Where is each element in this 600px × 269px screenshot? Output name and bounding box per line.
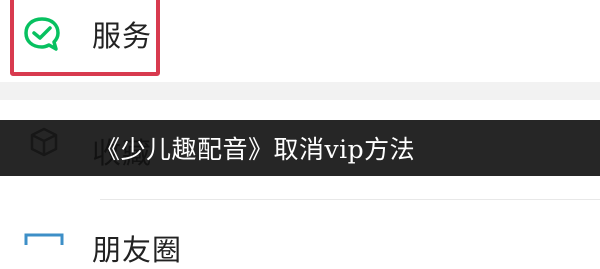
settings-menu: 服务 收藏 朋友圈 《少儿趣配音》取消vip方法 (0, 0, 600, 267)
album-icon (24, 230, 64, 251)
title-overlay-banner: 《少儿趣配音》取消vip方法 (0, 120, 600, 176)
section-gap (0, 82, 600, 100)
overlay-title: 《少儿趣配音》取消vip方法 (95, 135, 416, 164)
highlight-box (10, 0, 160, 76)
menu-item-label: 朋友圈 (92, 233, 183, 267)
menu-item-moments[interactable]: 朋友圈 (0, 200, 600, 267)
